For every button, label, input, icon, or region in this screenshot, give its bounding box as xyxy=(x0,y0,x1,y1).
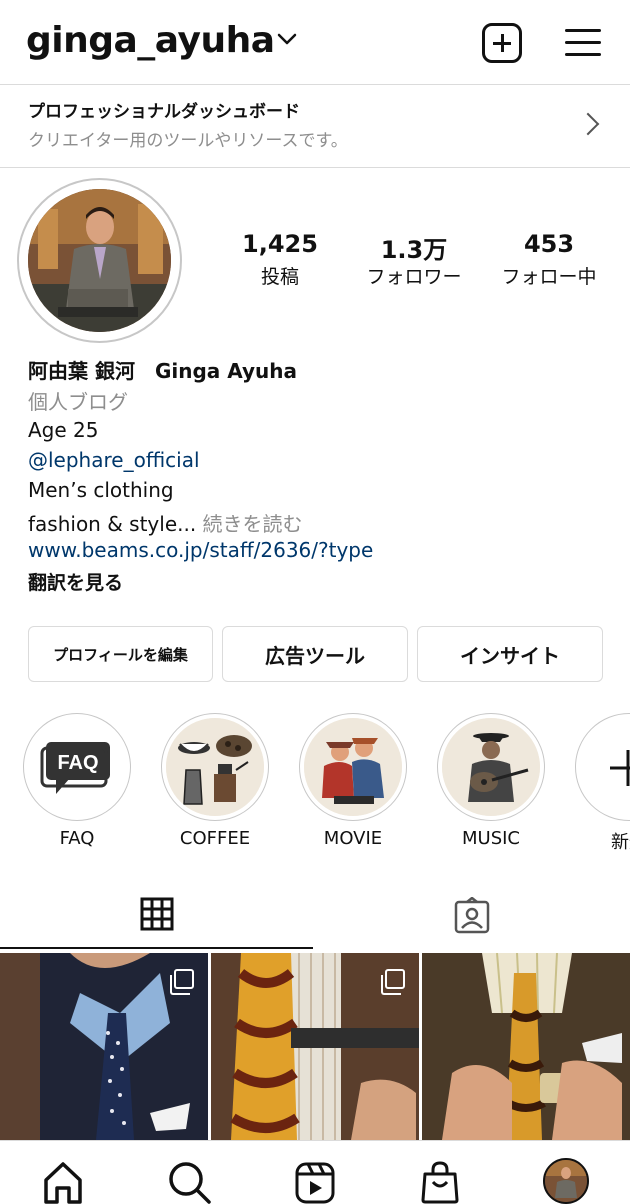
profile-category: 個人ブログ xyxy=(28,390,128,414)
divider xyxy=(0,167,630,168)
read-more-link[interactable]: 続きを読む xyxy=(196,512,303,536)
following-count: 453 xyxy=(523,230,575,258)
bio-line: Men’s clothing xyxy=(28,478,174,502)
dashboard-title: プロフェッショナルダッシュボード xyxy=(28,102,300,122)
posts-count: 1,425 xyxy=(242,230,318,258)
tab-tagged[interactable] xyxy=(313,880,630,948)
bio-line: fashion & style... 続きを読む xyxy=(28,508,303,537)
profile-name: 阿由葉 銀河 Ginga Ayuha xyxy=(28,359,298,383)
home-icon[interactable] xyxy=(42,1160,84,1204)
profile-tab-avatar[interactable] xyxy=(543,1158,589,1204)
search-icon[interactable] xyxy=(167,1160,211,1204)
carousel-icon xyxy=(381,969,405,995)
active-tab-indicator xyxy=(0,947,313,949)
bio-line: Age 25 xyxy=(28,418,99,442)
svg-text:FAQ: FAQ xyxy=(57,752,98,774)
highlight-label: 新規 xyxy=(611,832,630,853)
grid-icon xyxy=(140,897,174,931)
hamburger-menu-icon[interactable] xyxy=(565,27,601,57)
following-label: フォロー中 xyxy=(501,266,597,288)
music-illustration-icon xyxy=(442,718,540,816)
chevron-down-icon[interactable] xyxy=(276,32,298,46)
website-link[interactable]: www.beams.co.jp/staff/2636/?type xyxy=(28,538,373,562)
translate-link[interactable]: 翻訳を見る xyxy=(28,568,123,595)
dashboard-subtitle: クリエイター用のツールやリソースです。 xyxy=(28,131,348,151)
username-switcher[interactable]: ginga_ayuha xyxy=(26,20,275,61)
followers-count: 1.3万 xyxy=(380,236,448,264)
coffee-illustration-icon xyxy=(166,718,264,816)
ad-tools-button[interactable]: 広告ツール xyxy=(222,626,408,682)
movie-illustration-icon xyxy=(304,718,402,816)
profile-avatar[interactable] xyxy=(28,189,171,332)
top-bar: ginga_ayuha xyxy=(0,0,630,84)
highlight-label: MUSIC xyxy=(461,828,520,849)
tagged-person-icon xyxy=(454,897,490,934)
carousel-icon xyxy=(170,969,194,995)
reels-icon[interactable] xyxy=(295,1160,335,1204)
grid-post[interactable] xyxy=(0,953,208,1140)
highlight-label: MOVIE xyxy=(323,828,383,849)
bio-text: fashion & style... xyxy=(28,512,197,536)
bio-mention-link[interactable]: @lephare_official xyxy=(28,448,200,472)
posts-label: 投稿 xyxy=(260,266,299,288)
grid-post[interactable] xyxy=(211,953,419,1140)
followers-label: フォロワー xyxy=(366,266,462,288)
edit-profile-button[interactable]: プロフィールを編集 xyxy=(28,626,213,682)
create-post-icon[interactable] xyxy=(482,23,522,63)
highlight-label: FAQ xyxy=(59,828,95,849)
shopping-bag-icon[interactable] xyxy=(420,1160,460,1204)
plus-icon xyxy=(610,750,630,786)
grid-post[interactable] xyxy=(422,953,630,1140)
highlight-label: COFFEE xyxy=(179,828,251,849)
faq-speech-bubble-icon: FAQ xyxy=(40,742,110,794)
insights-button[interactable]: インサイト xyxy=(417,626,603,682)
tab-grid[interactable] xyxy=(0,880,313,948)
